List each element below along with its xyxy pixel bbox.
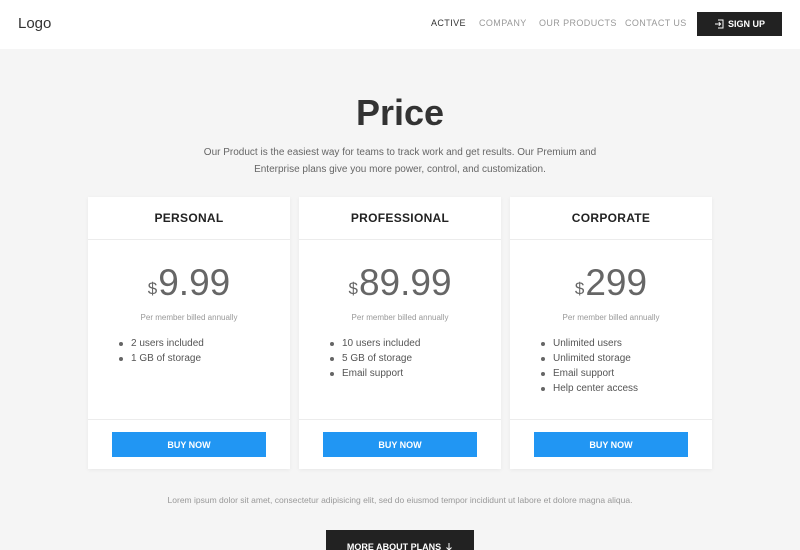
billing-note: Per member billed annually	[140, 313, 238, 322]
sign-in-icon	[714, 19, 724, 29]
page-title: Price	[355, 92, 445, 133]
navbar: Logo ACTIVE COMPANY OUR PRODUCTS CONTACT…	[0, 0, 800, 49]
currency-symbol: $	[348, 279, 358, 298]
divider	[510, 419, 712, 420]
arrow-down-icon	[445, 542, 453, 550]
plan-name: PROFESSIONAL	[299, 197, 501, 240]
feature-item: Help center access	[541, 381, 638, 396]
more-about-plans-label: MORE ABOUT PLANS	[346, 542, 442, 550]
plan-name: PERSONAL	[88, 197, 290, 240]
plan-name: CORPORATE	[510, 197, 712, 240]
feature-list: Unlimited users Unlimited storage Email …	[541, 336, 638, 396]
buy-now-button-professional[interactable]: BUY NOW	[323, 432, 477, 457]
footnote-text: Lorem ipsum dolor sit amet, consectetur …	[167, 495, 633, 505]
nav-link-company[interactable]: COMPANY	[479, 18, 527, 28]
plan-card-professional: PROFESSIONAL $ 89.99 Per member billed a…	[299, 197, 501, 469]
logo[interactable]: Logo	[18, 15, 51, 32]
more-about-plans-button[interactable]: MORE ABOUT PLANS	[326, 530, 474, 550]
plan-card-personal: PERSONAL $ 9.99 Per member billed annual…	[88, 197, 290, 469]
divider	[299, 419, 501, 420]
price-amount: 299	[585, 262, 648, 303]
currency-symbol: $	[147, 279, 158, 298]
price: $ 89.99	[299, 261, 501, 305]
nav-link-active[interactable]: ACTIVE	[431, 18, 466, 28]
billing-note: Per member billed annually	[562, 313, 660, 322]
nav-link-contact-us[interactable]: CONTACT US	[625, 18, 687, 28]
feature-item: 10 users included	[330, 336, 420, 351]
feature-item: Email support	[330, 366, 420, 381]
intro-text: Our Product is the easiest way for teams…	[203, 147, 597, 175]
price-amount: 9.99	[158, 262, 231, 303]
feature-item: Email support	[541, 366, 638, 381]
currency-symbol: $	[574, 279, 585, 298]
feature-list: 10 users included 5 GB of storage Email …	[330, 336, 420, 381]
feature-item: Unlimited storage	[541, 351, 638, 366]
buy-now-button-personal[interactable]: BUY NOW	[112, 432, 266, 457]
plan-card-corporate: CORPORATE $ 299 Per member billed annual…	[510, 197, 712, 469]
price: $ 9.99	[88, 261, 290, 305]
billing-note: Per member billed annually	[351, 313, 449, 322]
feature-item: 2 users included	[119, 336, 204, 351]
buy-now-button-corporate[interactable]: BUY NOW	[534, 432, 688, 457]
price: $ 299	[510, 261, 712, 305]
feature-item: Unlimited users	[541, 336, 638, 351]
feature-list: 2 users included 1 GB of storage	[119, 336, 204, 366]
price-amount: 89.99	[358, 262, 452, 303]
nav-link-our-products[interactable]: OUR PRODUCTS	[539, 18, 617, 28]
divider	[88, 419, 290, 420]
sign-up-button[interactable]: SIGN UP	[697, 12, 782, 36]
feature-item: 5 GB of storage	[330, 351, 420, 366]
sign-up-label: SIGN UP	[727, 19, 765, 29]
feature-item: 1 GB of storage	[119, 351, 204, 366]
